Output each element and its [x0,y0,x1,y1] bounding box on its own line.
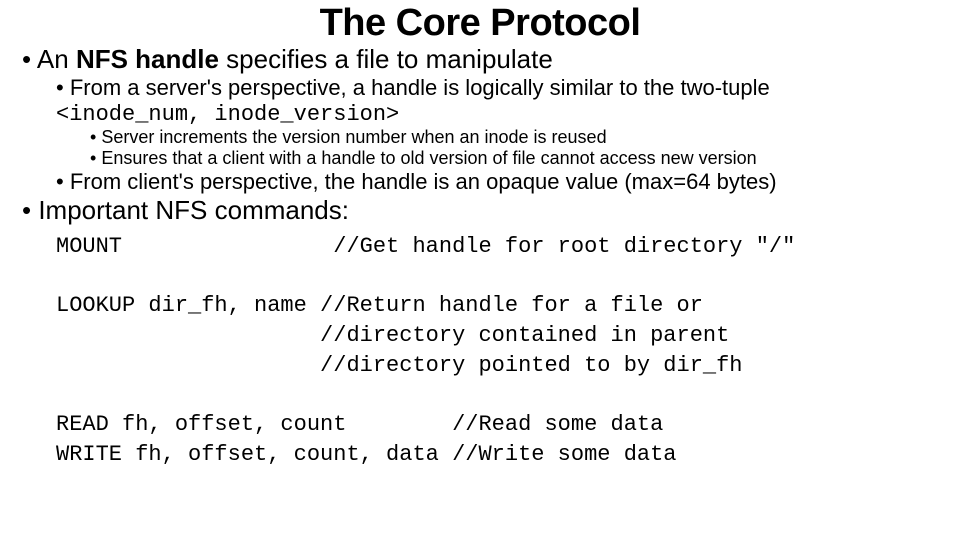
text: specifies a file to manipulate [219,44,553,74]
text-bold: NFS handle [76,44,219,74]
text: An [37,44,76,74]
text: From a server's perspective, a handle is… [70,75,770,100]
text-mono: <inode_num, inode_version> [56,102,399,127]
bullet-list: An NFS handle specifies a file to manipu… [0,45,960,226]
bullet-client-perspective: From client's perspective, the handle is… [56,169,960,194]
sub-sub-list: Server increments the version number whe… [56,127,960,168]
sub-list: From a server's perspective, a handle is… [22,75,960,194]
slide-title: The Core Protocol [0,2,960,45]
bullet-increment: Server increments the version number whe… [90,127,960,148]
bullet-ensures: Ensures that a client with a handle to o… [90,148,960,169]
slide: The Core Protocol An NFS handle specifie… [0,2,960,542]
bullet-server-perspective: From a server's perspective, a handle is… [56,75,960,169]
bullet-nfs-handle: An NFS handle specifies a file to manipu… [22,45,960,194]
bullet-commands: Important NFS commands: [22,196,960,226]
command-block: MOUNT //Get handle for root directory "/… [0,232,960,470]
